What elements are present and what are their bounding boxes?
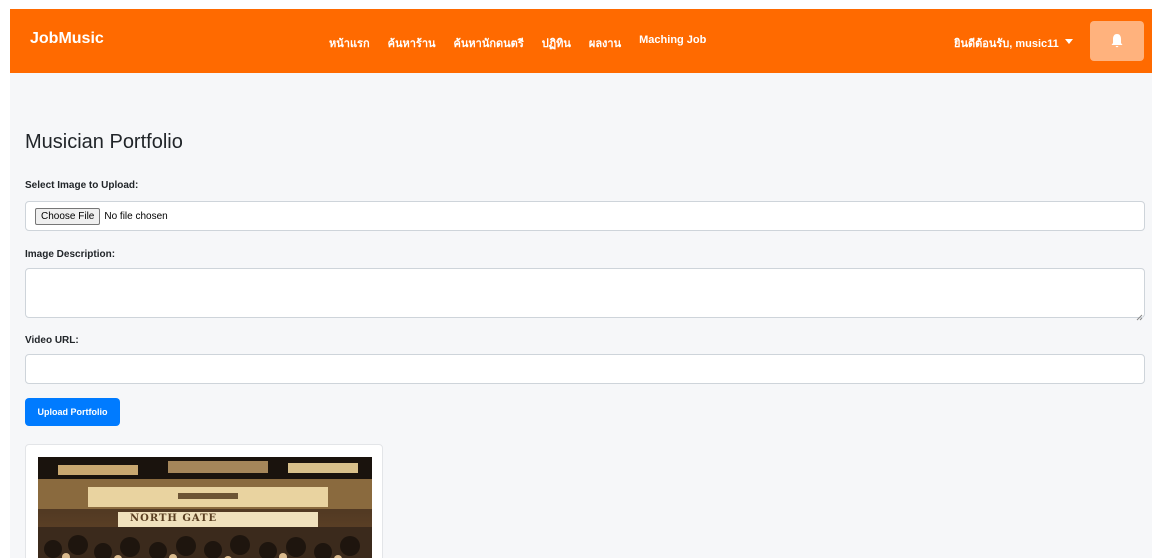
- portfolio-card: NORTH GATE: [25, 444, 383, 558]
- image-upload-label: Select Image to Upload:: [25, 180, 139, 191]
- image-file-input[interactable]: Choose File No file chosen: [25, 201, 1145, 231]
- nav-link-matching-job[interactable]: Maching Job: [639, 34, 706, 52]
- app-frame: JobMusic หน้าแรก ค้นหาร้าน ค้นหานักดนตรี…: [10, 9, 1152, 558]
- nav-link-find-venue[interactable]: ค้นหาร้าน: [388, 34, 436, 52]
- video-url-input[interactable]: [25, 354, 1145, 384]
- nav-link-home[interactable]: หน้าแรก: [329, 34, 370, 52]
- nav-link-portfolio[interactable]: ผลงาน: [589, 34, 621, 52]
- file-status-text: No file chosen: [104, 210, 168, 222]
- page-title: Musician Portfolio: [25, 131, 183, 153]
- choose-file-button[interactable]: Choose File: [35, 207, 101, 225]
- textarea-resize-handle[interactable]: [1135, 308, 1143, 321]
- top-navbar: JobMusic หน้าแรก ค้นหาร้าน ค้นหานักดนตรี…: [10, 9, 1152, 73]
- nav-link-find-musician[interactable]: ค้นหานักดนตรี: [454, 34, 524, 52]
- nav-link-calendar[interactable]: ปฏิทิน: [542, 34, 571, 52]
- image-description-label: Image Description:: [25, 249, 116, 260]
- user-greeting: ยินดีต้อนรับ, music11: [954, 38, 1059, 50]
- notification-button[interactable]: [1090, 21, 1144, 61]
- video-url-label: Video URL:: [25, 335, 79, 346]
- nav-links: หน้าแรก ค้นหาร้าน ค้นหานักดนตรี ปฏิทิน ผ…: [329, 34, 724, 52]
- bell-icon: [1111, 34, 1123, 48]
- portfolio-sign-text: NORTH GATE: [130, 513, 218, 524]
- portfolio-photo-art: [38, 457, 372, 558]
- brand-logo[interactable]: JobMusic: [30, 30, 104, 48]
- upload-portfolio-button[interactable]: Upload Portfolio: [25, 398, 120, 426]
- user-dropdown[interactable]: ยินดีต้อนรับ, music11: [954, 34, 1073, 52]
- portfolio-image[interactable]: NORTH GATE: [38, 457, 372, 558]
- caret-down-icon: [1064, 39, 1073, 44]
- image-description-textarea[interactable]: [25, 268, 1145, 318]
